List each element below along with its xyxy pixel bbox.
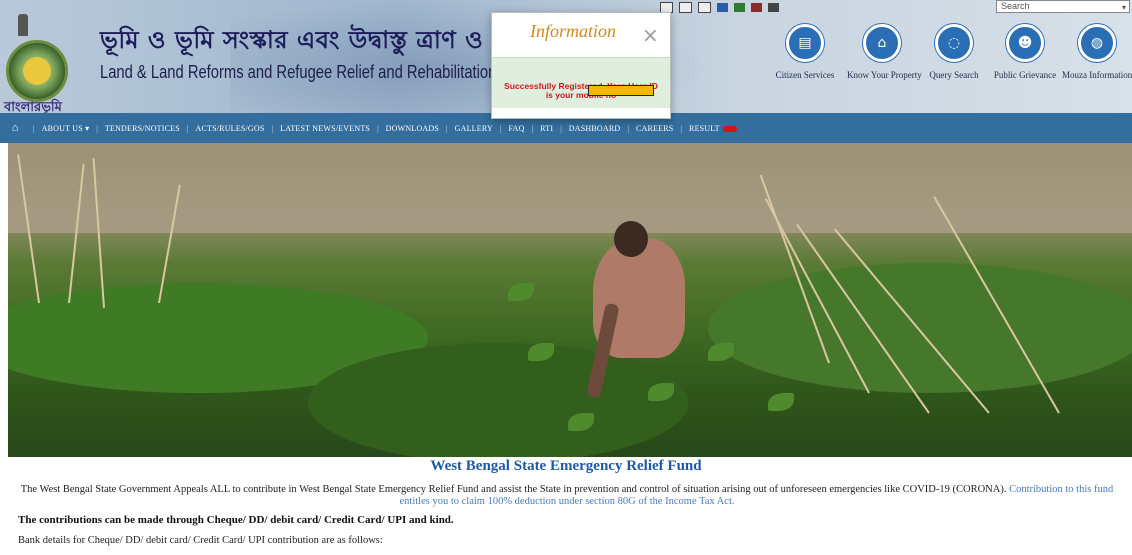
contribution-methods-heading: The contributions can be made through Ch… <box>18 514 454 526</box>
soil-area <box>8 143 1132 233</box>
new-badge <box>722 125 737 132</box>
fund-title: West Bengal State Emergency Relief Fund <box>430 458 702 474</box>
nav-item-gallery[interactable]: GALLERY <box>455 124 493 133</box>
search-placeholder: Search <box>1001 1 1030 11</box>
state-emblem-icon <box>18 14 28 36</box>
service-public-grievance[interactable]: ☻ Public Grievance <box>990 24 1060 80</box>
nav-item-result[interactable]: RESULT <box>689 124 737 133</box>
nav-divider: | <box>96 123 98 133</box>
nav-item-acts-rules[interactable]: ACTS/RULES/GOS <box>196 124 265 133</box>
modal-body: Successfully Registered. Your User ID is… <box>492 57 670 108</box>
information-modal: Information × Successfully Registered. Y… <box>491 12 671 119</box>
plant-leaf <box>708 343 734 361</box>
nav-item-faq[interactable]: FAQ <box>509 124 525 133</box>
nav-item-rti[interactable]: RTI <box>540 124 553 133</box>
people-icon: ☻ <box>1006 24 1044 62</box>
home-icon[interactable]: ⌂ <box>4 122 26 134</box>
nav-divider: | <box>377 123 379 133</box>
search-input[interactable]: Search ▾ <box>996 0 1130 13</box>
plant-leaf <box>768 393 794 411</box>
nav-divider: | <box>446 123 448 133</box>
utility-bar <box>660 0 779 14</box>
service-label: Public Grievance <box>993 70 1057 80</box>
nav-item-latest-news[interactable]: LATEST NEWS/EVENTS <box>280 124 370 133</box>
theme-red-swatch[interactable] <box>751 2 762 12</box>
department-logo[interactable] <box>6 40 68 102</box>
theme-green-swatch[interactable] <box>734 2 745 12</box>
nav-divider: | <box>499 123 502 133</box>
redacted-user-id <box>588 85 654 96</box>
service-label: Query Search <box>929 70 979 80</box>
bank-details-text: Bank details for Cheque/ DD/ debit card/… <box>18 535 383 546</box>
home-icon: ⌂ <box>863 24 901 62</box>
sitemap-icon[interactable] <box>660 1 673 13</box>
globe-icon: ◍ <box>1078 24 1116 62</box>
nav-divider: | <box>186 123 189 133</box>
screen-reader-icon[interactable] <box>698 1 711 13</box>
nav-divider: | <box>680 123 683 133</box>
fund-description: The West Bengal State Government Appeals… <box>8 484 1126 508</box>
chevron-down-icon: ▾ <box>85 123 90 133</box>
chat-icon: ◌ <box>935 24 973 62</box>
nav-divider: | <box>271 123 274 133</box>
id-card-icon: ▤ <box>786 24 824 62</box>
service-label: Citizen Services <box>775 70 835 80</box>
nav-divider: | <box>627 123 629 133</box>
nav-divider: | <box>560 123 562 133</box>
service-label: Know Your Property <box>847 70 922 80</box>
nav-item-careers[interactable]: CAREERS <box>636 124 673 133</box>
nav-item-dashboard[interactable]: DASHBOARD <box>569 124 621 133</box>
logo-text: বাংলারভূমি <box>4 100 62 113</box>
theme-dark-swatch[interactable] <box>768 2 779 12</box>
fund-description-text: The West Bengal State Government Appeals… <box>20 484 1007 495</box>
service-citizen-services[interactable]: ▤ Citizen Services <box>770 24 840 80</box>
nav-item-about-us[interactable]: ABOUT US ▾ <box>42 124 90 133</box>
service-query-search[interactable]: ◌ Query Search <box>919 24 989 80</box>
accessibility-icon[interactable] <box>679 1 692 13</box>
service-label: Mouza Information <box>1062 70 1132 80</box>
close-icon[interactable]: × <box>642 25 659 45</box>
field-row <box>708 263 1132 393</box>
nav-divider: | <box>531 123 534 133</box>
theme-blue-swatch[interactable] <box>717 2 728 12</box>
service-mouza-information[interactable]: ◍ Mouza Information <box>1062 24 1132 80</box>
farmer-head <box>614 221 648 257</box>
field-row <box>308 343 688 457</box>
nav-item-downloads[interactable]: DOWNLOADS <box>386 124 439 133</box>
plant-leaf <box>508 283 534 301</box>
nav-item-tenders[interactable]: TENDERS/NOTICES <box>105 124 180 133</box>
quick-services: ▤ Citizen Services ⌂ Know Your Property … <box>776 24 1132 84</box>
modal-title: Information <box>530 21 617 41</box>
nav-divider: | <box>33 123 35 133</box>
service-know-your-property[interactable]: ⌂ Know Your Property <box>847 24 922 80</box>
search-dropdown-icon[interactable]: ▾ <box>1122 2 1126 13</box>
modal-header: Information × <box>492 13 670 57</box>
hero-banner-image <box>8 143 1132 457</box>
